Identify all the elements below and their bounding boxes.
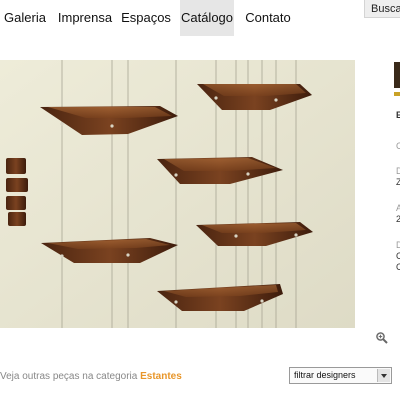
designer-filter-select[interactable]: filtrar designers: [289, 367, 392, 384]
nav-galeria[interactable]: Galeria: [0, 0, 50, 36]
filter-selected-value: filtrar designers: [294, 370, 356, 380]
designer-thumbnail[interactable]: [394, 62, 400, 88]
hanging-shelves-image: [0, 60, 355, 328]
nav-imprensa[interactable]: Imprensa: [56, 0, 114, 36]
related-category-text: Veja outras peças na categoria Estantes: [0, 371, 182, 382]
main-nav: Galeria Imprensa Espaços Catálogo Contat…: [0, 0, 360, 36]
category-link-estantes[interactable]: Estantes: [140, 371, 182, 382]
related-prefix: Veja outras peças na categoria: [0, 371, 138, 382]
thumbnail-accent: [394, 92, 400, 96]
chevron-down-icon: [377, 369, 390, 382]
side-fragment-9: C: [396, 262, 400, 272]
product-photo[interactable]: [0, 60, 355, 328]
zoom-icon[interactable]: [375, 331, 389, 345]
side-fragment-4: Z: [396, 177, 400, 187]
nav-espacos[interactable]: Espaços: [120, 0, 172, 36]
side-fragment-3: D: [396, 166, 400, 176]
side-fragment-5: A: [396, 203, 400, 213]
side-fragment-2: C: [396, 141, 400, 151]
search-button[interactable]: Busca: [364, 0, 400, 18]
nav-contato[interactable]: Contato: [242, 0, 294, 36]
side-fragment-6: 2: [396, 214, 400, 224]
nav-catalogo[interactable]: Catálogo: [180, 0, 234, 36]
side-fragment-7: D: [396, 240, 400, 250]
side-fragment-1: E: [396, 110, 400, 120]
wall-piece: [6, 158, 28, 226]
side-fragment-8: C: [396, 251, 400, 261]
